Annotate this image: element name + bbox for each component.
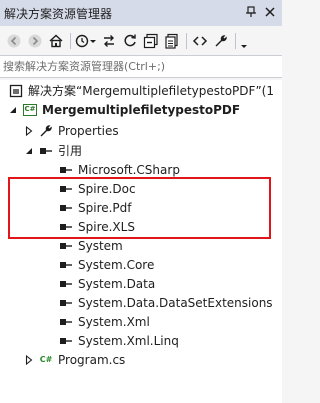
assembly-reference-icon	[58, 333, 74, 349]
reference-item[interactable]: Spire.XLS	[0, 217, 282, 236]
solution-icon	[8, 83, 24, 99]
wrench-icon	[38, 123, 54, 139]
reference-label: System.Data.DataSetExtensions	[78, 295, 273, 310]
solution-explorer-toolbar	[0, 26, 282, 56]
pending-changes-icon[interactable]	[74, 31, 98, 51]
reference-item[interactable]: System.Xml.Linq	[0, 331, 282, 350]
pin-icon[interactable]	[243, 4, 259, 20]
properties-wrench-icon[interactable]	[211, 31, 231, 51]
toolbar-overflow-icon[interactable]	[239, 31, 249, 51]
reference-item[interactable]: System.Xml	[0, 312, 282, 331]
collapsed-arrow-icon[interactable]	[24, 354, 34, 365]
references-icon	[38, 143, 54, 159]
tree-item-references[interactable]: 引用	[0, 141, 282, 160]
assembly-reference-icon	[58, 276, 74, 292]
properties-label: Properties	[58, 123, 119, 138]
csharp-file-badge: C#	[39, 355, 53, 364]
reference-label: System.Data	[78, 276, 156, 291]
solution-label: 解决方案“MergemultiplefiletypestoPDF”(1	[28, 84, 274, 98]
tree-item-project[interactable]: C# MergemultiplefiletypestoPDF	[0, 100, 282, 119]
reference-item[interactable]: System.Data.DataSetExtensions	[0, 293, 282, 312]
forward-icon[interactable]	[25, 31, 45, 51]
reference-label: System	[78, 238, 123, 253]
assembly-reference-icon	[58, 314, 74, 330]
close-icon[interactable]	[262, 4, 278, 20]
expanded-arrow-icon[interactable]	[8, 105, 18, 115]
titlebar-actions	[243, 4, 278, 20]
toolbar-separator	[186, 32, 187, 49]
program-file-label: Program.cs	[58, 352, 126, 367]
window-titlebar: 解决方案资源管理器	[0, 0, 282, 26]
reference-label: Spire.Doc	[78, 181, 136, 196]
assembly-reference-icon	[58, 181, 74, 197]
assembly-reference-icon	[58, 295, 74, 311]
show-all-files-icon[interactable]	[162, 31, 182, 51]
reference-item[interactable]: Microsoft.CSharp	[0, 160, 282, 179]
assembly-reference-icon	[58, 257, 74, 273]
reference-item[interactable]: Spire.Pdf	[0, 198, 282, 217]
reference-label: System.Xml.Linq	[78, 333, 179, 348]
project-label: MergemultiplefiletypestoPDF	[42, 102, 241, 117]
reference-label: Spire.Pdf	[78, 200, 132, 215]
tree-item-program-cs[interactable]: C# Program.cs	[0, 350, 282, 369]
toolbar-separator	[70, 32, 71, 49]
sync-icon[interactable]	[99, 31, 119, 51]
reference-item[interactable]: System.Core	[0, 255, 282, 274]
reference-item[interactable]: Spire.Doc	[0, 179, 282, 198]
assembly-reference-icon	[58, 238, 74, 254]
assembly-reference-icon	[58, 200, 74, 216]
reference-item[interactable]: System	[0, 236, 282, 255]
csharp-file-icon: C#	[38, 352, 54, 368]
expanded-arrow-icon[interactable]	[24, 146, 34, 156]
csharp-project-badge: C#	[23, 103, 37, 116]
tree-item-solution[interactable]: 解决方案“MergemultiplefiletypestoPDF”(1	[0, 81, 282, 100]
reference-item[interactable]: System.Data	[0, 274, 282, 293]
references-label: 引用	[58, 144, 83, 158]
back-icon[interactable]	[4, 31, 24, 51]
refresh-icon[interactable]	[120, 31, 140, 51]
reference-label: Microsoft.CSharp	[78, 162, 180, 177]
reference-label: Spire.XLS	[78, 219, 135, 234]
search-box	[0, 56, 282, 78]
view-code-icon[interactable]	[190, 31, 210, 51]
csharp-project-icon: C#	[22, 102, 38, 118]
reference-label: System.Core	[78, 257, 155, 272]
window-title: 解决方案资源管理器	[4, 6, 113, 21]
tree-item-properties[interactable]: Properties	[0, 121, 282, 140]
assembly-reference-icon	[58, 219, 74, 235]
assembly-reference-icon	[58, 162, 74, 178]
solution-tree: 解决方案“MergemultiplefiletypestoPDF”(1 C# M…	[0, 80, 282, 403]
home-icon[interactable]	[46, 31, 66, 51]
collapse-all-icon[interactable]	[141, 31, 161, 51]
search-input[interactable]	[3, 60, 278, 73]
toolbar-separator	[235, 32, 236, 49]
collapsed-arrow-icon[interactable]	[24, 125, 34, 136]
reference-label: System.Xml	[78, 314, 150, 329]
